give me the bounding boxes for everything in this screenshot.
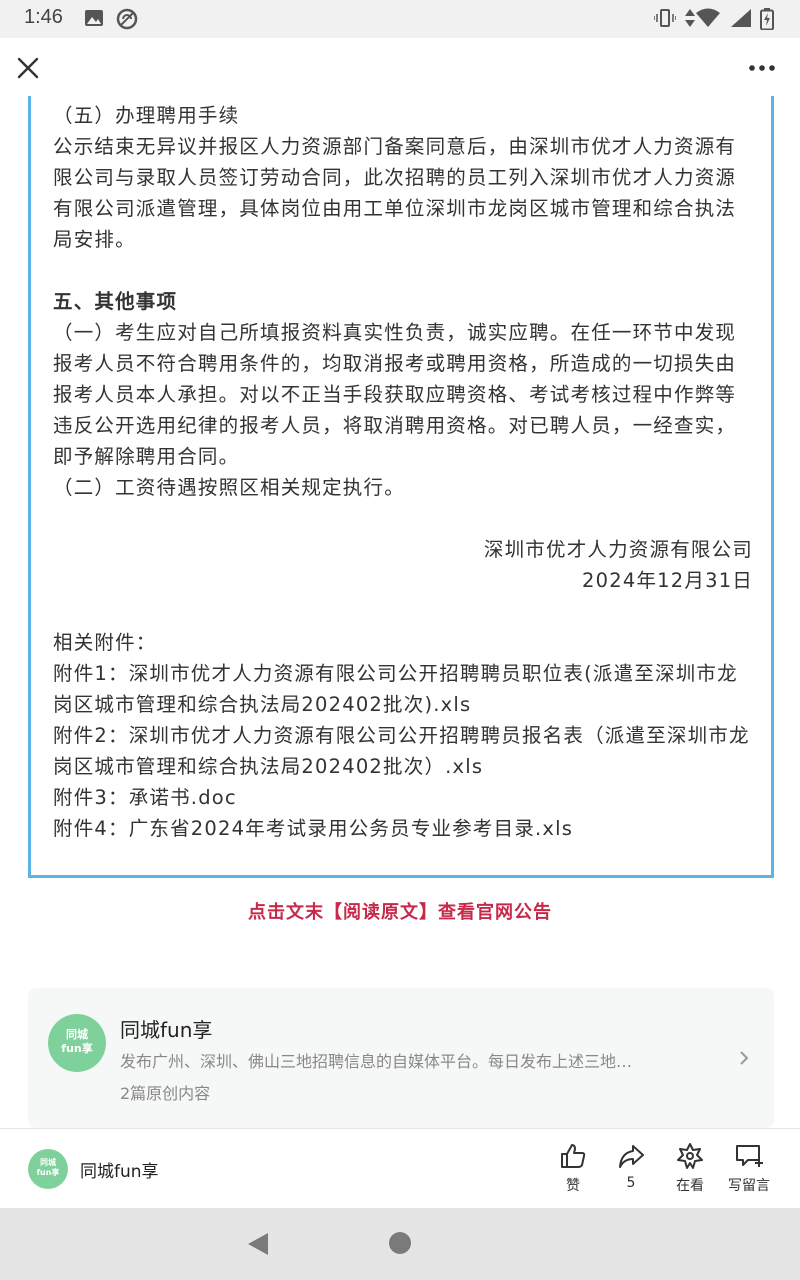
comment-label: 写留言 [728,1178,770,1194]
android-nav-bar [0,1208,800,1280]
avatar-text: fun享 [36,1168,60,1177]
status-time: 1:46 [24,6,63,28]
avatar: 同城 fun享 [48,1014,106,1072]
account-name[interactable]: 同城fun享 [80,1157,159,1182]
section-heading: 五、其他事项 [53,290,178,313]
home-icon[interactable] [389,1232,411,1254]
account-description: 发布广州、深圳、佛山三地招聘信息的自媒体平台。每日发布上述三地… [120,1052,633,1071]
flower-icon [677,1143,703,1169]
sync-icon [116,8,138,34]
account-name: 同城fun享 [120,1018,213,1042]
like-label: 赞 [566,1178,580,1194]
signature-org: 深圳市优才人力资源有限公司 [483,538,753,561]
share-button[interactable]: 5 [601,1141,661,1201]
attachments-title: 相关附件： [53,631,157,654]
close-icon [17,57,39,79]
avatar[interactable]: 同城 fun享 [28,1149,68,1189]
more-icon [749,65,775,71]
avatar-text: 同城 [40,1158,56,1167]
account-card[interactable]: 同城 fun享 同城fun享 发布广州、深圳、佛山三地招聘信息的自媒体平台。每日… [28,988,774,1128]
read-original-notice: 点击文末【阅读原文】查看官网公告 [248,902,552,923]
section-paragraph: （一）考生应对自己所填报资料真实性负责，诚实应聘。在任一环节中发现报考人员不符合… [53,321,737,468]
attachment-link[interactable]: 附件2：深圳市优才人力资源有限公司公开招聘聘员报名表（派遣至深圳市龙岗区城市管理… [53,720,753,782]
comment-button[interactable]: 写留言 [719,1141,779,1201]
comment-icon [736,1145,763,1167]
signal-icon [730,8,752,32]
wow-label: 在看 [676,1178,704,1194]
attachment-link[interactable]: 附件3：承诺书.doc [53,782,753,813]
article-content-box: （五）办理聘用手续 公示结束无异议并报区人力资源部门备案同意后，由深圳市优才人力… [28,96,774,878]
section-heading: （五）办理聘用手续 [53,104,240,127]
share-count: 5 [626,1175,636,1191]
section-paragraph: 公示结束无异议并报区人力资源部门备案同意后，由深圳市优才人力资源有限公司与录取人… [53,135,737,251]
back-icon[interactable] [246,1232,270,1256]
close-button[interactable] [12,52,44,84]
avatar-text: 同城 [66,1028,88,1041]
signature-date: 2024年12月31日 [582,569,753,592]
battery-charging-icon [760,8,774,34]
bottom-action-bar: 同城 fun享 同城fun享 赞 5 在看 写留言 [0,1128,800,1208]
section-paragraph: （二）工资待遇按照区相关规定执行。 [53,476,405,499]
thumbs-up-icon [561,1144,586,1168]
share-icon [619,1145,644,1168]
article-text: （五）办理聘用手续 公示结束无异议并报区人力资源部门备案同意后，由深圳市优才人力… [53,100,753,844]
image-icon [84,8,104,32]
avatar-text: fun享 [61,1042,93,1055]
wow-button[interactable]: 在看 [660,1141,720,1201]
like-button[interactable]: 赞 [543,1141,603,1201]
data-arrows-icon [684,8,696,32]
attachment-link[interactable]: 附件4：广东省2024年考试录用公务员专业参考目录.xls [53,813,753,844]
chevron-right-icon [740,1051,749,1065]
account-article-count: 2篇原创内容 [120,1084,211,1103]
attachment-link[interactable]: 附件1：深圳市优才人力资源有限公司公开招聘聘员职位表(派遣至深圳市龙岗区城市管理… [53,658,753,720]
top-nav [0,38,800,98]
more-button[interactable] [744,54,780,82]
vibrate-icon [653,8,677,32]
wifi-icon [696,8,720,32]
status-bar: 1:46 [0,0,800,38]
